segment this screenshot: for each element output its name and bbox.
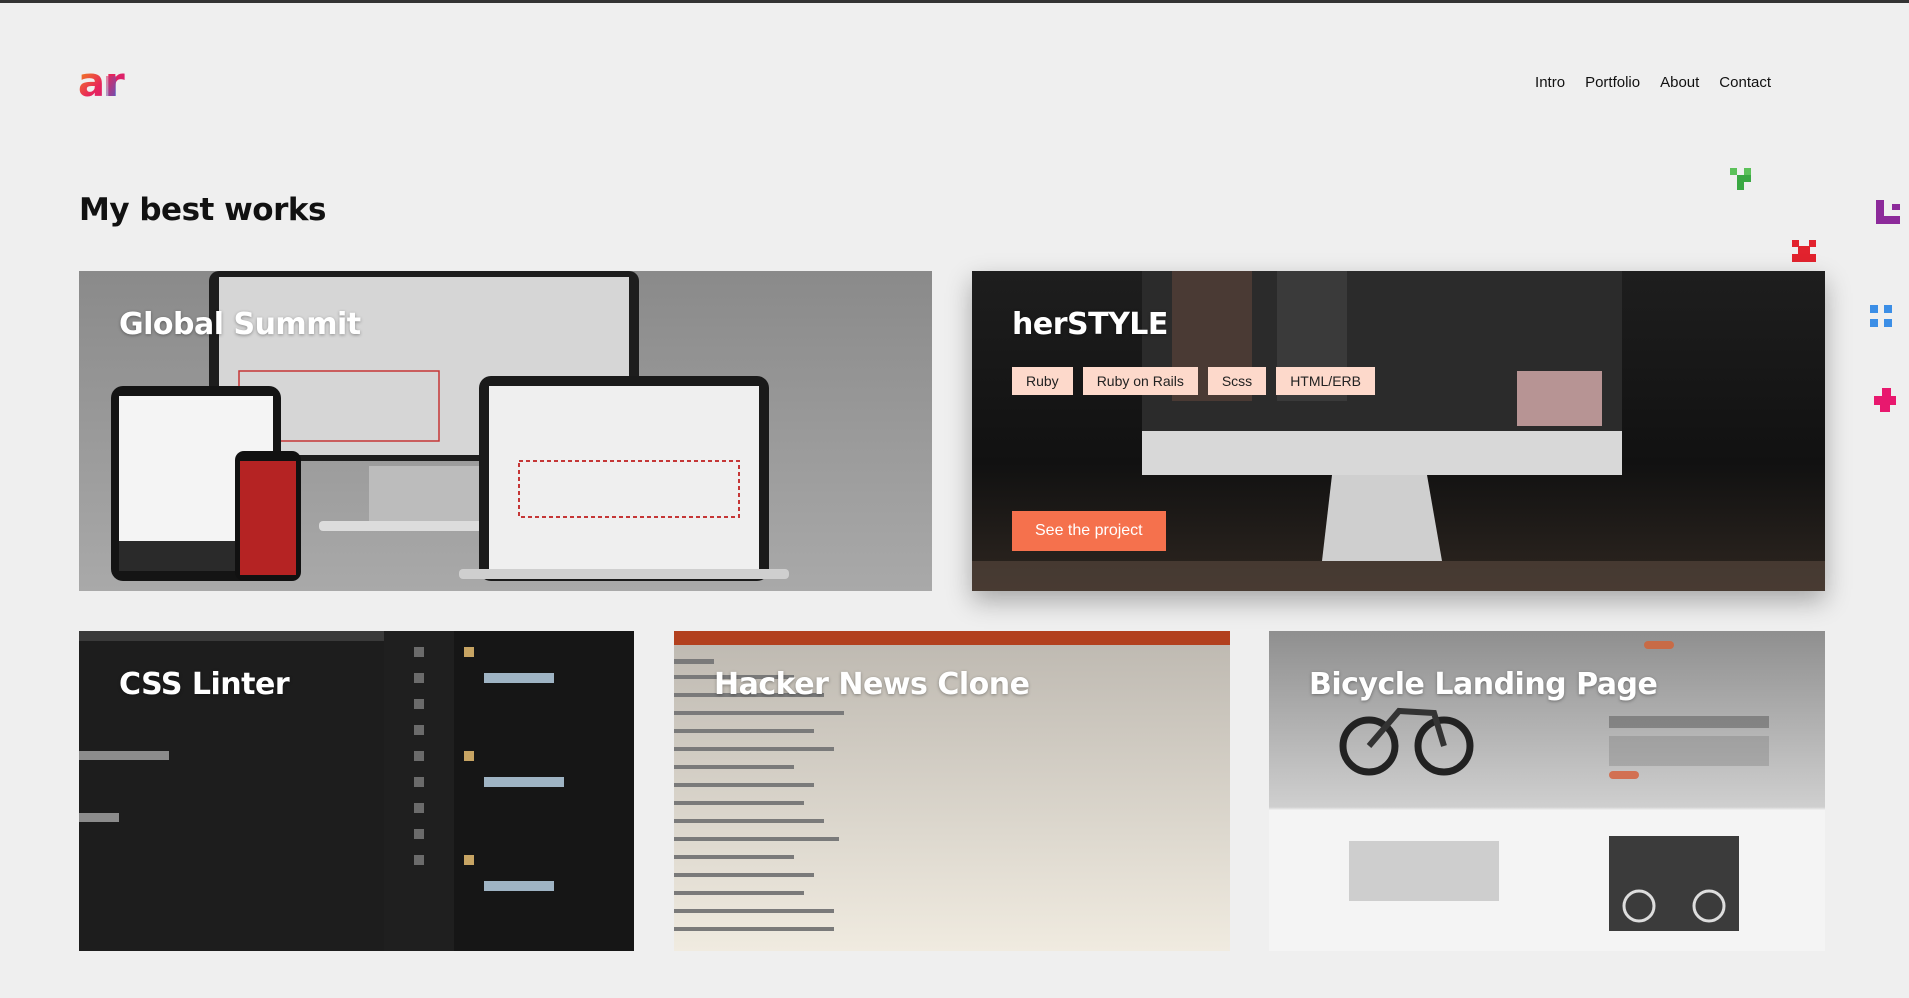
section-title: My best works: [79, 192, 326, 228]
main-nav: Intro Portfolio About Contact: [1535, 74, 1771, 91]
tag-ruby: Ruby: [1012, 367, 1073, 395]
nav-portfolio[interactable]: Portfolio: [1585, 74, 1640, 91]
logo-text: ar: [78, 62, 125, 102]
logo[interactable]: ar: [78, 62, 132, 102]
see-project-button[interactable]: See the project: [1012, 511, 1166, 551]
purple-pixel-shape: [1876, 200, 1900, 224]
red-pixel-shape: [1792, 240, 1816, 262]
tag-list: Ruby Ruby on Rails Scss HTML/ERB: [1012, 367, 1375, 395]
pink-pixel-shape: [1874, 388, 1896, 412]
project-title: Bicycle Landing Page: [1309, 667, 1658, 702]
project-card-css-linter[interactable]: CSS Linter: [79, 631, 634, 951]
project-title: Global Summit: [119, 307, 361, 342]
project-card-herstyle[interactable]: herSTYLE Ruby Ruby on Rails Scss HTML/ER…: [972, 271, 1825, 591]
tag-scss: Scss: [1207, 367, 1267, 395]
tag-ruby-on-rails: Ruby on Rails: [1082, 367, 1198, 395]
nav-intro[interactable]: Intro: [1535, 74, 1565, 91]
project-card-bicycle-landing-page[interactable]: Bicycle Landing Page: [1269, 631, 1825, 951]
green-pixel-shape: [1730, 168, 1751, 190]
project-title: CSS Linter: [119, 667, 290, 702]
project-card-global-summit[interactable]: Global Summit: [79, 271, 932, 591]
nav-about[interactable]: About: [1660, 74, 1699, 91]
logo-mark: ar: [78, 62, 125, 102]
project-title: Hacker News Clone: [714, 667, 1030, 702]
project-card-hacker-news-clone[interactable]: Hacker News Clone: [674, 631, 1230, 951]
tag-html-erb: HTML/ERB: [1276, 367, 1375, 395]
nav-contact[interactable]: Contact: [1719, 74, 1771, 91]
blue-pixel-shape: [1870, 305, 1892, 327]
project-title: herSTYLE: [1012, 307, 1168, 342]
top-border: [0, 0, 1909, 3]
